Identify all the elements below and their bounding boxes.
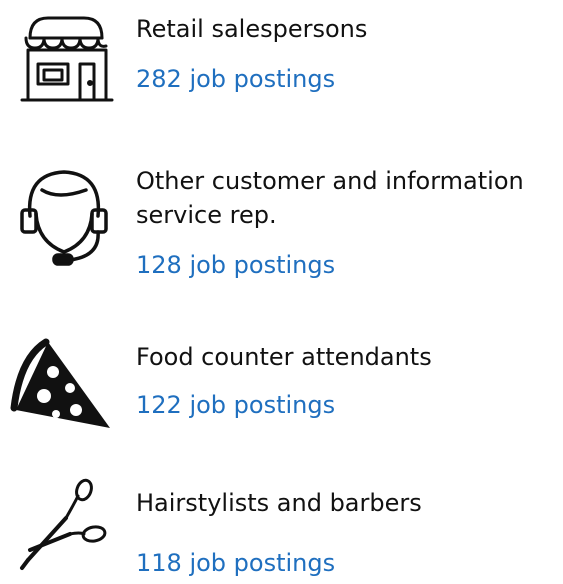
job-item-customer-service: Other customer and information service r… [0,150,563,290]
job-postings-link[interactable]: 118 job postings [136,546,335,580]
job-postings-link[interactable]: 128 job postings [136,248,335,282]
scissors-icon [8,474,118,584]
job-title: Hairstylists and barbers [136,489,422,517]
job-title: Food counter attendants [136,343,432,371]
job-item-food-counter-attendants: Food counter attendants 122 job postings [0,330,563,440]
job-postings-link[interactable]: 282 job postings [136,62,335,96]
job-item-hairstylists-barbers: Hairstylists and barbers 118 job posting… [0,470,563,580]
headset-agent-icon [8,160,118,270]
job-title: Retail salespersons [136,15,368,43]
storefront-icon [8,6,118,116]
job-postings-link[interactable]: 122 job postings [136,388,335,422]
job-title: Other customer and information service r… [136,167,524,229]
job-item-retail-salespersons: Retail salespersons 282 job postings [0,0,563,120]
pizza-slice-icon [8,330,118,440]
